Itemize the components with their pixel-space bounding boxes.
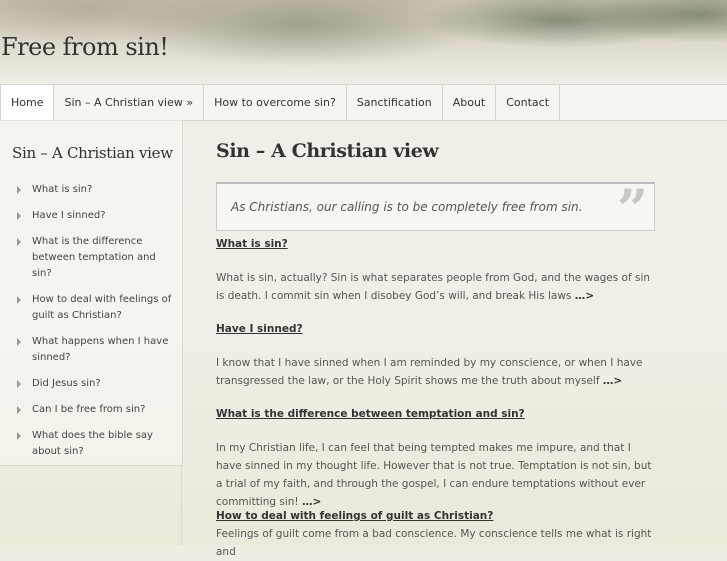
section-heading-temptation-vs-sin[interactable]: What is the difference between temptatio…: [216, 408, 525, 420]
triangle-right-icon: [17, 432, 21, 440]
nav-about[interactable]: About: [443, 85, 497, 120]
triangle-right-icon: [17, 212, 21, 220]
site-title[interactable]: Free from sin!: [1, 33, 169, 61]
sidebar-item-label: Have I sinned?: [32, 210, 106, 221]
sidebar-item-what-happens[interactable]: What happens when I have sinned?: [16, 334, 176, 366]
sidebar-title: Sin – A Christian view: [12, 144, 173, 162]
read-more-link[interactable]: …>: [302, 496, 321, 508]
main-navigation: Home Sin – A Christian view » How to ove…: [0, 84, 727, 121]
sidebar-menu: What is sin? Have I sinned? What is the …: [16, 182, 176, 470]
sidebar-item-feelings-of-guilt[interactable]: How to deal with feelings of guilt as Ch…: [16, 292, 176, 324]
section-body: What is sin, actually? Sin is what separ…: [216, 269, 656, 305]
section-body: Feelings of guilt come from a bad consci…: [216, 525, 656, 561]
quote-mark-icon: ”: [616, 177, 648, 241]
nav-contact[interactable]: Contact: [496, 85, 561, 120]
triangle-right-icon: [17, 338, 21, 346]
sidebar-item-label: What does the bible say about sin?: [32, 430, 153, 457]
nav-how-to-overcome-sin[interactable]: How to overcome sin?: [204, 85, 347, 120]
sidebar-item-temptation-vs-sin[interactable]: What is the difference between temptatio…: [16, 234, 176, 282]
sidebar-item-label: How to deal with feelings of guilt as Ch…: [32, 294, 172, 321]
main-content: Sin – A Christian view As Christians, ou…: [216, 140, 656, 558]
section-heading-have-i-sinned[interactable]: Have I sinned?: [216, 323, 303, 335]
sidebar-item-did-jesus-sin[interactable]: Did Jesus sin?: [16, 376, 176, 392]
sidebar-item-have-i-sinned[interactable]: Have I sinned?: [16, 208, 176, 224]
section-text: I know that I have sinned when I am remi…: [216, 357, 643, 387]
nav-home[interactable]: Home: [0, 85, 55, 120]
read-more-link[interactable]: …>: [603, 375, 622, 387]
triangle-right-icon: [17, 238, 21, 246]
sidebar-item-label: What is the difference between temptatio…: [32, 236, 156, 279]
section-text: In my Christian life, I can feel that be…: [216, 442, 652, 508]
section-heading-what-is-sin[interactable]: What is sin?: [216, 238, 288, 250]
triangle-right-icon: [17, 296, 21, 304]
sidebar-item-bible-says[interactable]: What does the bible say about sin?: [16, 428, 176, 460]
triangle-right-icon: [17, 186, 21, 194]
section-heading-feelings-of-guilt[interactable]: How to deal with feelings of guilt as Ch…: [216, 510, 493, 522]
sidebar-item-free-from-sin[interactable]: Can I be free from sin?: [16, 402, 176, 418]
sidebar-item-label: What happens when I have sinned?: [32, 336, 169, 363]
sidebar-item-label: Did Jesus sin?: [32, 378, 101, 389]
blockquote: As Christians, our calling is to be comp…: [216, 182, 655, 236]
triangle-right-icon: [17, 380, 21, 388]
page-title: Sin – A Christian view: [216, 140, 439, 162]
quote-text: As Christians, our calling is to be comp…: [231, 200, 583, 214]
sidebar-divider: [181, 465, 182, 545]
section-text: Feelings of guilt come from a bad consci…: [216, 528, 652, 558]
nav-sanctification[interactable]: Sanctification: [347, 85, 443, 120]
sidebar-item-what-is-sin[interactable]: What is sin?: [16, 182, 176, 198]
header-banner: Free from sin!: [0, 0, 727, 85]
nav-sin-christian-view[interactable]: Sin – A Christian view »: [54, 85, 205, 120]
triangle-right-icon: [17, 406, 21, 414]
section-body: In my Christian life, I can feel that be…: [216, 439, 656, 511]
section-body: I know that I have sinned when I am remi…: [216, 354, 656, 390]
sidebar-item-label: Can I be free from sin?: [32, 404, 146, 415]
sidebar-item-label: What is sin?: [32, 184, 93, 195]
read-more-link[interactable]: …>: [575, 290, 594, 302]
